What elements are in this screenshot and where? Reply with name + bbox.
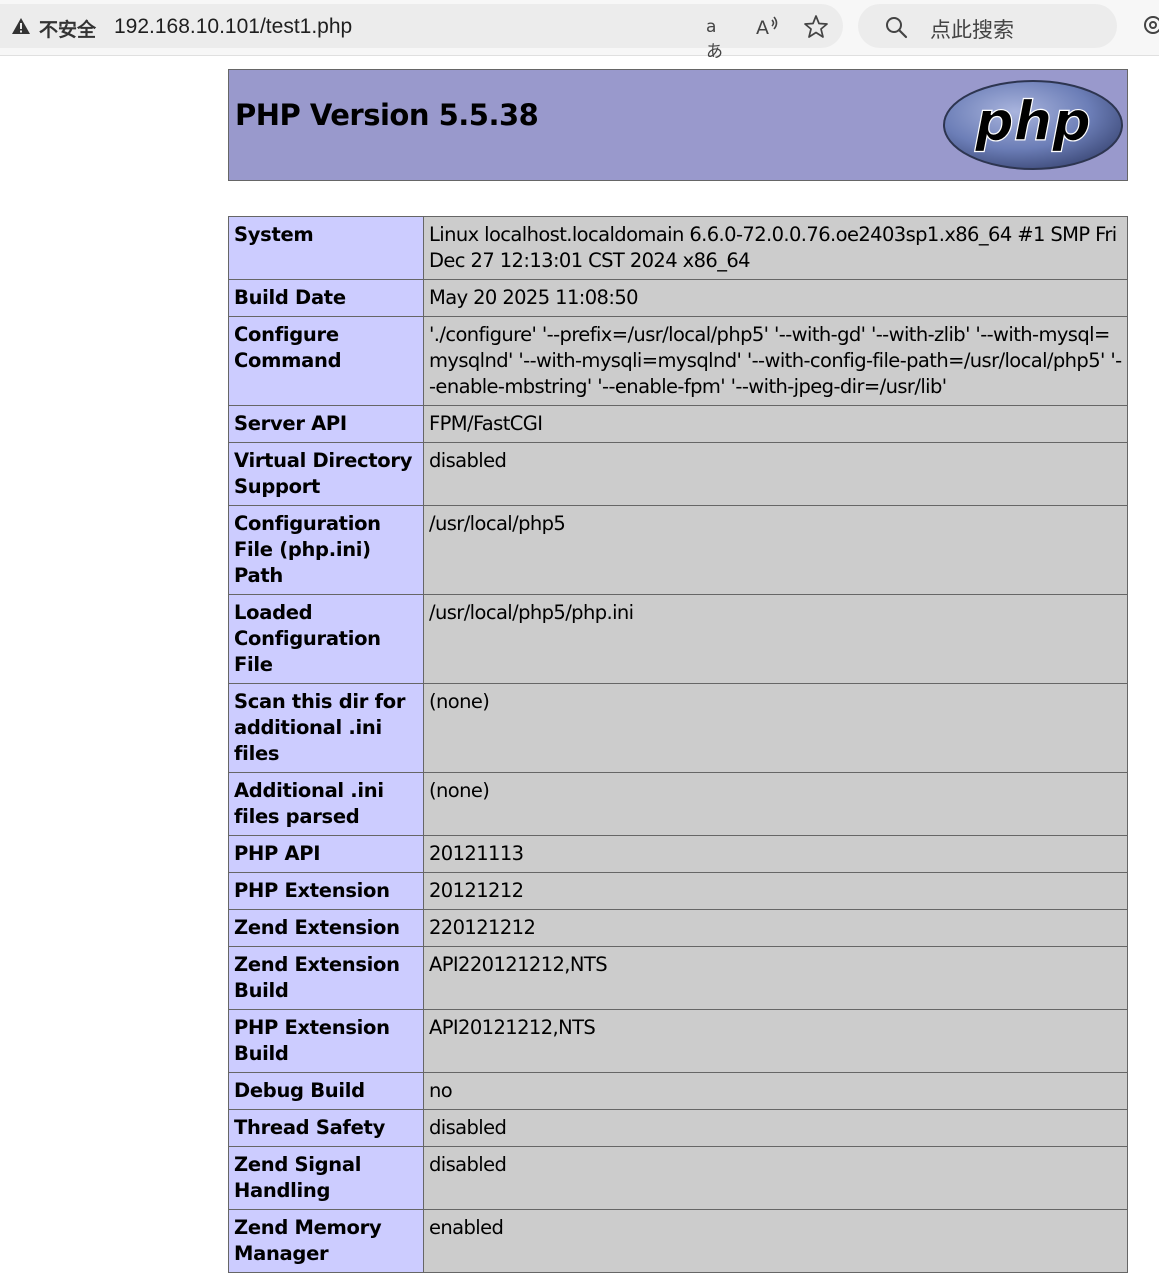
setting-value: May 20 2025 11:08:50 — [423, 279, 1128, 317]
setting-value: API220121212,NTS — [423, 946, 1128, 1010]
setting-key: Scan this dir for additional .ini files — [228, 683, 424, 773]
search-box[interactable]: 点此搜索 — [858, 4, 1117, 48]
setting-key: Build Date — [228, 279, 424, 317]
table-row: Zend Signal Handling disabled — [228, 1146, 1128, 1210]
warning-icon[interactable] — [11, 17, 31, 35]
search-icon[interactable] — [884, 15, 908, 39]
setting-value: (none) — [423, 772, 1128, 836]
address-bar[interactable]: 不安全 192.168.10.101/test1.php aあ A — [0, 4, 843, 62]
setting-value: 220121212 — [423, 909, 1128, 947]
setting-key: Debug Build — [228, 1072, 424, 1110]
table-row: Scan this dir for additional .ini files(… — [228, 683, 1128, 773]
setting-key: PHP Extension — [228, 872, 424, 910]
table-row: Debug Build no — [228, 1072, 1128, 1110]
table-row: Virtual Directory Support disabled — [228, 442, 1128, 506]
setting-value: /usr/local/php5 — [423, 505, 1128, 595]
setting-value: (none) — [423, 683, 1128, 773]
read-aloud-icon[interactable]: A — [755, 14, 781, 40]
table-row: Server API FPM/FastCGI — [228, 405, 1128, 443]
setting-key: Additional .ini files parsed — [228, 772, 424, 836]
security-status-label[interactable]: 不安全 — [39, 15, 96, 42]
table-row: Loaded Configuration File/usr/local/php5… — [228, 594, 1128, 684]
setting-key: Configure Command — [228, 316, 424, 406]
setting-value: './configure' '--prefix=/usr/local/php5'… — [423, 316, 1128, 406]
url-text[interactable]: 192.168.10.101/test1.php — [114, 15, 352, 39]
table-row: Thread Safety disabled — [228, 1109, 1128, 1147]
setting-value: /usr/local/php5/php.ini — [423, 594, 1128, 684]
settings-icon[interactable] — [1140, 12, 1159, 38]
table-row: Configure Command './configure' '--prefix… — [228, 316, 1128, 406]
setting-value: 20121212 — [423, 872, 1128, 910]
favorite-star-icon[interactable] — [803, 14, 829, 40]
setting-value: 20121113 — [423, 835, 1128, 873]
setting-key: System — [228, 216, 424, 280]
setting-key: Zend Signal Handling — [228, 1146, 424, 1210]
table-row: Zend Extension Build API220121212,NTS — [228, 946, 1128, 1010]
setting-value: API20121212,NTS — [423, 1009, 1128, 1073]
browser-toolbar: 不安全 192.168.10.101/test1.php aあ A 点此搜索 — [0, 0, 1159, 62]
page-title: PHP Version 5.5.38 — [235, 98, 539, 132]
table-row: Zend Memory Manager enabled — [228, 1209, 1128, 1273]
table-row: Zend Extension 220121212 — [228, 909, 1128, 947]
setting-value: enabled — [423, 1209, 1128, 1273]
svg-text:A: A — [756, 17, 769, 39]
table-row: PHP Extension Build API20121212,NTS — [228, 1009, 1128, 1073]
table-row: Additional .ini files parsed (none) — [228, 772, 1128, 836]
setting-value: FPM/FastCGI — [423, 405, 1128, 443]
setting-key: Zend Memory Manager — [228, 1209, 424, 1273]
php-logo-text: php — [974, 90, 1091, 153]
setting-value: disabled — [423, 1146, 1128, 1210]
setting-key: Server API — [228, 405, 424, 443]
phpinfo-table: System Linux localhost.localdomain 6.6.0-… — [228, 216, 1128, 1273]
setting-key: PHP Extension Build — [228, 1009, 424, 1073]
setting-key: Zend Extension — [228, 909, 424, 947]
setting-key: Virtual Directory Support — [228, 442, 424, 506]
table-row: PHP API 20121113 — [228, 835, 1128, 873]
setting-key: Zend Extension Build — [228, 946, 424, 1010]
setting-key: Loaded Configuration File — [228, 594, 424, 684]
search-placeholder[interactable]: 点此搜索 — [930, 14, 1014, 44]
setting-value: Linux localhost.localdomain 6.6.0-72.0.0… — [423, 216, 1128, 280]
table-row: Build Date May 20 2025 11:08:50 — [228, 279, 1128, 317]
setting-key: PHP API — [228, 835, 424, 873]
table-row: Configuration File (php.ini) Path/usr/lo… — [228, 505, 1128, 595]
phpinfo-header: PHP Version 5.5.38 php — [228, 69, 1128, 181]
php-logo[interactable]: php — [942, 78, 1124, 172]
setting-key: Configuration File (php.ini) Path — [228, 505, 424, 595]
setting-value: disabled — [423, 442, 1128, 506]
setting-value: no — [423, 1072, 1128, 1110]
table-row: System Linux localhost.localdomain 6.6.0-… — [228, 216, 1128, 280]
translate-icon[interactable]: aあ — [706, 17, 732, 62]
setting-value: disabled — [423, 1109, 1128, 1147]
table-row: PHP Extension 20121212 — [228, 872, 1128, 910]
setting-key: Thread Safety — [228, 1109, 424, 1147]
